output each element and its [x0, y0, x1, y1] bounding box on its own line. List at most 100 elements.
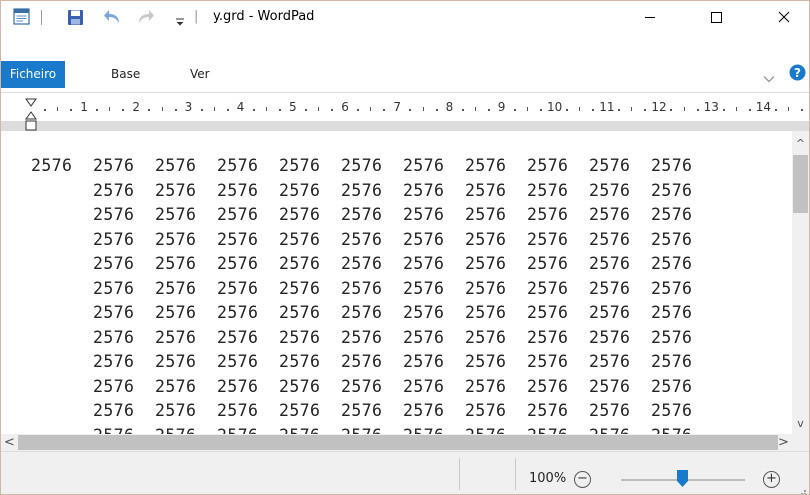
wordpad-icon[interactable] — [13, 8, 30, 25]
ruler-mark: 6 — [341, 100, 349, 114]
ruler-tick — [566, 109, 569, 111]
ruler-tick — [722, 109, 725, 111]
ruler-tick — [161, 107, 163, 111]
title-separator: | — [194, 9, 199, 24]
ruler-tick — [383, 109, 386, 111]
ruler-tick — [592, 109, 595, 111]
ruler-tick — [200, 109, 203, 111]
scroll-left-button[interactable]: < — [1, 434, 18, 451]
ruler-tick — [213, 107, 215, 111]
document-line: 2576 2576 2576 2576 2576 2576 2576 2576 … — [31, 303, 693, 322]
qat-dropdown-icon[interactable] — [175, 12, 185, 26]
horizontal-scroll-thumb[interactable] — [18, 435, 778, 450]
ruler-mark: 5 — [289, 100, 297, 114]
document-line: 2576 2576 2576 2576 2576 2576 2576 2576 … — [31, 205, 693, 224]
ruler-tick — [774, 109, 777, 111]
zoom-level-label[interactable]: 100% — [529, 471, 566, 486]
tab-ver[interactable]: Ver — [190, 61, 210, 88]
indent-marker-icon[interactable] — [25, 98, 37, 132]
ruler-tick — [644, 109, 647, 111]
minimize-button[interactable] — [627, 1, 673, 33]
close-button[interactable] — [761, 1, 807, 33]
ruler-tick — [226, 109, 229, 111]
scroll-up-button[interactable]: ^ — [792, 135, 809, 152]
zoom-slider-thumb[interactable] — [677, 470, 688, 487]
ruler-tick — [265, 107, 267, 111]
ruler-tick — [96, 109, 99, 111]
ruler-tick — [670, 109, 673, 111]
ruler-mark: 14 — [755, 100, 772, 114]
ruler-tick — [683, 107, 685, 111]
resize-grip-icon[interactable] — [797, 481, 807, 494]
document-area[interactable]: 2576 2576 2576 2576 2576 2576 2576 2576 … — [1, 131, 791, 434]
ruler-tick — [787, 107, 789, 111]
ruler-mark: 4 — [236, 100, 245, 114]
ruler-tick — [331, 109, 334, 111]
ruler-tick — [526, 107, 528, 111]
ruler-tick — [735, 107, 737, 111]
qat-separator — [41, 10, 42, 25]
chevron-down-icon[interactable] — [763, 69, 775, 83]
ruler-mark: 12 — [651, 100, 667, 114]
ruler-mark: 9 — [497, 100, 506, 114]
ruler-tick — [579, 107, 581, 111]
status-separator — [515, 458, 516, 490]
ruler-mark: 13 — [703, 100, 719, 114]
ruler-tick — [357, 109, 360, 111]
document-line: 2576 2576 2576 2576 2576 2576 2576 2576 … — [31, 180, 693, 200]
document-line: 2576 2576 2576 2576 2576 2576 2576 2576 … — [31, 401, 693, 420]
ruler-tick — [435, 109, 438, 111]
ruler-tick — [409, 109, 412, 111]
title-bar — [1, 1, 809, 33]
ruler-tick — [278, 109, 281, 111]
ruler-tick — [461, 109, 464, 111]
tab-ficheiro[interactable]: Ficheiro — [1, 61, 65, 88]
wordpad-window: | y.grd - WordPad Ficheiro Base Ver ? 25… — [0, 0, 810, 495]
ruler-tick — [618, 109, 621, 111]
undo-icon[interactable] — [103, 9, 121, 25]
document-line: 2576 2576 2576 2576 2576 2576 2576 2576 … — [31, 156, 693, 175]
ruler-tick — [513, 109, 516, 111]
document-line: 2576 2576 2576 2576 2576 2576 2576 2576 … — [31, 352, 693, 371]
document-line: 2576 2576 2576 2576 2576 2576 2576 2576 … — [31, 278, 693, 298]
ruler-mark: 11 — [599, 100, 615, 114]
ruler-tick — [318, 107, 320, 111]
ruler-tick — [487, 109, 490, 111]
document-line: 2576 2576 2576 2576 2576 2576 2576 2576 … — [31, 327, 693, 347]
save-icon[interactable] — [67, 9, 84, 26]
ruler-mark: 3 — [184, 100, 193, 114]
vertical-scroll-thumb[interactable] — [793, 155, 808, 213]
redo-icon[interactable] — [137, 9, 155, 25]
ruler-tick — [696, 109, 699, 111]
document-line: 2576 2576 2576 2576 2576 2576 2576 2576 … — [31, 229, 693, 249]
scroll-right-button[interactable]: > — [775, 434, 792, 451]
scroll-down-button[interactable]: v — [792, 415, 809, 432]
maximize-button[interactable] — [693, 1, 739, 33]
ruler-tick — [109, 107, 111, 111]
ruler-tick — [800, 109, 803, 111]
ruler-mark: 7 — [393, 100, 402, 114]
ruler-tick — [748, 109, 751, 111]
ruler-tick — [370, 107, 372, 111]
ruler-tick — [631, 107, 633, 111]
ruler-tick — [122, 109, 125, 111]
ruler-band — [1, 121, 809, 131]
ruler-mark: 10 — [547, 100, 563, 114]
scrollbar-corner — [792, 434, 809, 451]
tab-base[interactable]: Base — [111, 61, 140, 88]
ruler-tick — [422, 107, 424, 111]
ruler-tick — [148, 109, 151, 111]
ruler-tick — [174, 109, 177, 111]
document-line: 2576 2576 2576 2576 2576 2576 2576 2576 … — [31, 426, 692, 435]
ruler-tick — [57, 107, 59, 111]
zoom-out-button[interactable]: − — [574, 471, 591, 488]
ruler-tick — [70, 109, 73, 111]
ruler-tick — [44, 109, 47, 111]
zoom-in-button[interactable]: + — [763, 471, 780, 488]
window-title: y.grd - WordPad — [213, 9, 315, 24]
help-icon[interactable]: ? — [789, 64, 806, 81]
svg-text:?: ? — [794, 66, 801, 80]
minimize-icon — [644, 8, 656, 27]
document-line: 2576 2576 2576 2576 2576 2576 2576 2576 … — [31, 254, 693, 273]
ruler-tick — [474, 107, 476, 111]
